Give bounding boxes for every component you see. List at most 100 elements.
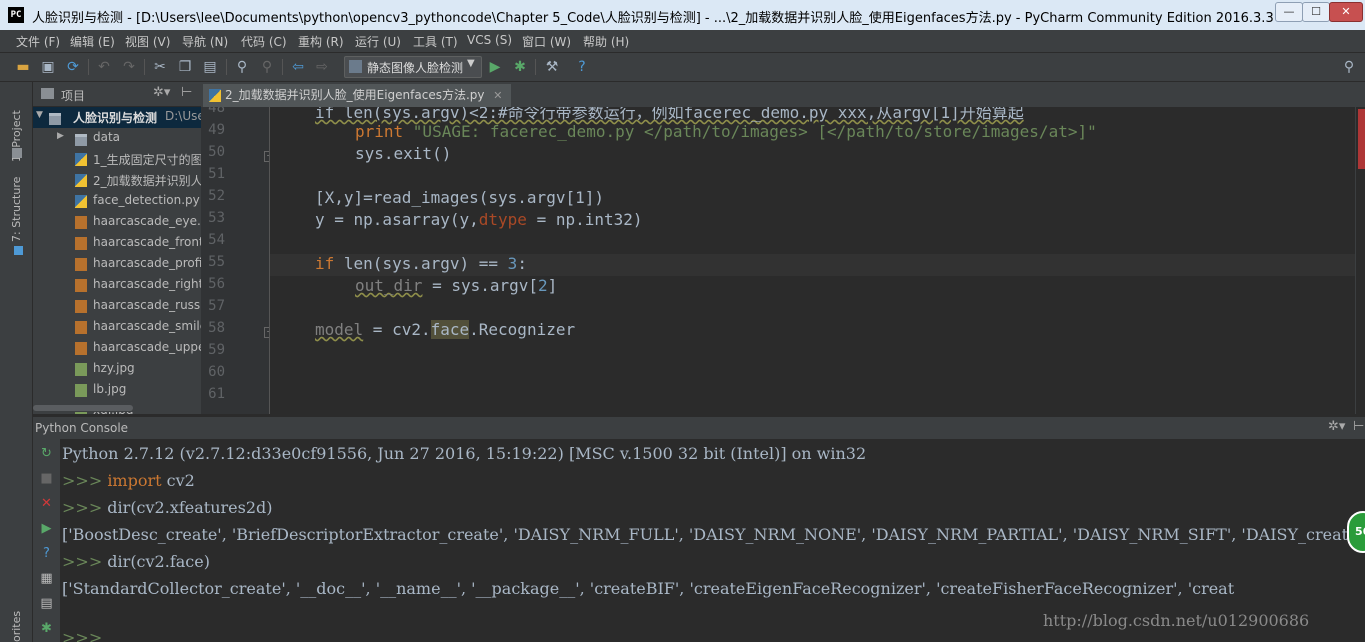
expand-arrow-icon[interactable]: ▶ bbox=[57, 131, 64, 141]
find-icon[interactable]: ⚲ bbox=[233, 58, 251, 76]
sync-icon[interactable]: ⟳ bbox=[64, 58, 82, 76]
python-console-title: Python Console bbox=[35, 421, 129, 435]
toolbar: ▬ ▣ ⟳ ↶ ↷ ✂ ❐ ▤ ⚲ ⚲ ⇦ ⇨ 静态图像人脸检测 ▼ ▶ ✱ ⚒… bbox=[0, 53, 1365, 82]
editor-error-stripe[interactable] bbox=[1355, 107, 1365, 414]
structure-tab-icon bbox=[14, 246, 23, 255]
help-icon[interactable]: ? bbox=[39, 546, 54, 561]
execute-icon[interactable]: ▶ bbox=[39, 521, 54, 536]
window-title: 人脸识别与检测 - [D:\Users\lee\Documents\python… bbox=[32, 11, 1274, 26]
run-configuration-select[interactable]: 静态图像人脸检测 ▼ bbox=[344, 56, 482, 78]
redo-icon[interactable]: ↷ bbox=[120, 58, 138, 76]
console-input-line: >>> import cv2 bbox=[62, 471, 195, 490]
maximize-button[interactable]: ☐ bbox=[1302, 2, 1330, 22]
copy-icon[interactable]: ❐ bbox=[176, 58, 194, 76]
tree-item[interactable]: haarcascade_profil bbox=[33, 254, 201, 275]
code-line-52: [X,y]=read_images(sys.argv[1]) bbox=[315, 188, 604, 207]
toolbar-separator bbox=[282, 59, 283, 75]
menu-edit[interactable]: 编辑 (E) bbox=[70, 33, 115, 50]
save-icon[interactable]: ▣ bbox=[39, 58, 57, 76]
structure-tool-tab[interactable]: 7: Structure bbox=[10, 177, 23, 242]
title-bar: PC 人脸识别与检测 - [D:\Users\lee\Documents\pyt… bbox=[0, 0, 1365, 31]
hide-panel-icon[interactable]: ⊢ bbox=[181, 85, 192, 100]
hide-panel-icon[interactable]: ⊢ bbox=[1353, 419, 1364, 434]
project-view-select[interactable]: 项目 bbox=[61, 87, 85, 104]
error-marker[interactable] bbox=[1358, 109, 1365, 169]
gear-icon[interactable]: ✲▾ bbox=[153, 85, 170, 100]
cut-icon[interactable]: ✂ bbox=[151, 58, 169, 76]
tree-item[interactable]: ▶ data bbox=[33, 128, 201, 149]
run-icon[interactable]: ▶ bbox=[486, 58, 504, 76]
show-variables-icon[interactable]: ▦ bbox=[39, 571, 54, 586]
close-window-button[interactable]: ✕ bbox=[1329, 2, 1363, 22]
back-icon[interactable]: ⇦ bbox=[289, 58, 307, 76]
settings-icon[interactable]: ⚒ bbox=[543, 58, 561, 76]
search-everywhere-icon[interactable]: ⚲ bbox=[1340, 58, 1358, 76]
tree-item-label: haarcascade_russia bbox=[93, 298, 201, 312]
menu-tools[interactable]: 工具 (T) bbox=[413, 33, 458, 50]
menu-navigate[interactable]: 导航 (N) bbox=[182, 33, 228, 50]
tree-root[interactable]: ▼ 人脸识别与检测 D:\Users bbox=[33, 107, 201, 128]
debug-icon[interactable]: ✱ bbox=[39, 621, 54, 636]
console-prompt-line[interactable]: >>> bbox=[62, 628, 102, 642]
code-line-48: if len(sys.argv)<2:#命令行带参数运行，例如facerec_d… bbox=[315, 107, 1024, 122]
menu-window[interactable]: 窗口 (W) bbox=[522, 33, 571, 50]
menu-refactor[interactable]: 重构 (R) bbox=[298, 33, 344, 50]
code-editor[interactable]: if len(sys.argv)<2:#命令行带参数运行，例如facerec_d… bbox=[270, 107, 1355, 414]
console-input-line: >>> dir(cv2.face) bbox=[62, 552, 210, 571]
menu-file[interactable]: 文件 (F) bbox=[16, 33, 60, 50]
close-tab-icon[interactable]: ✕ bbox=[493, 84, 502, 107]
project-tree-scrollbar[interactable] bbox=[33, 404, 201, 412]
gear-icon[interactable]: ✲▾ bbox=[1328, 419, 1345, 434]
toolbar-separator bbox=[88, 59, 89, 75]
line-number: 59 bbox=[208, 342, 225, 358]
menu-view[interactable]: 视图 (V) bbox=[125, 33, 170, 50]
tree-item[interactable]: haarcascade_smile bbox=[33, 317, 201, 338]
editor-tab-bar: 2_加载数据并识别人脸_使用Eigenfaces方法.py ✕ bbox=[201, 82, 1365, 108]
open-folder-icon[interactable]: ▬ bbox=[14, 58, 32, 76]
line-number: 56 bbox=[208, 276, 225, 292]
tree-item[interactable]: hzy.jpg bbox=[33, 359, 201, 380]
close-console-icon[interactable]: ✕ bbox=[39, 496, 54, 511]
line-number: 50 bbox=[208, 144, 225, 160]
tree-item[interactable]: haarcascade_russia bbox=[33, 296, 201, 317]
image-file-icon bbox=[75, 384, 87, 397]
tree-item[interactable]: 1_生成固定尺寸的图 bbox=[33, 149, 201, 170]
python-console-header: Python Console ✲▾ ⊢ bbox=[33, 416, 1365, 439]
debug-icon[interactable]: ✱ bbox=[511, 58, 529, 76]
tree-item-label: data bbox=[93, 130, 121, 144]
tree-item-label: haarcascade_profil bbox=[93, 256, 201, 270]
xml-file-icon bbox=[75, 258, 87, 271]
help-icon[interactable]: ? bbox=[573, 58, 591, 76]
tree-item[interactable]: face_detection.py bbox=[33, 191, 201, 212]
tree-item-label: haarcascade_righte bbox=[93, 277, 201, 291]
menu-run[interactable]: 运行 (U) bbox=[355, 33, 401, 50]
rerun-icon[interactable]: ↻ bbox=[39, 446, 54, 461]
tree-item[interactable]: 2_加载数据并识别人 bbox=[33, 170, 201, 191]
tree-item[interactable]: haarcascade_righte bbox=[33, 275, 201, 296]
notification-badge[interactable]: 56 bbox=[1347, 511, 1365, 553]
stop-icon[interactable]: ■ bbox=[39, 471, 54, 486]
editor-tab-active[interactable]: 2_加载数据并识别人脸_使用Eigenfaces方法.py ✕ bbox=[203, 84, 511, 107]
scrollbar-thumb[interactable] bbox=[33, 405, 133, 411]
tree-item[interactable]: haarcascade_eye.x bbox=[33, 212, 201, 233]
command-history-icon[interactable]: ▤ bbox=[39, 596, 54, 611]
toolbar-separator bbox=[226, 59, 227, 75]
menu-code[interactable]: 代码 (C) bbox=[241, 33, 287, 50]
favorites-tool-tab[interactable]: orites bbox=[10, 611, 23, 642]
minimize-button[interactable]: — bbox=[1275, 2, 1303, 22]
menu-bar: 文件 (F) 编辑 (E) 视图 (V) 导航 (N) 代码 (C) 重构 (R… bbox=[0, 30, 1365, 53]
left-tool-strip: 1: Project 7: Structure orites bbox=[0, 82, 33, 642]
tree-item-label: hzy.jpg bbox=[93, 361, 135, 375]
tree-item[interactable]: haarcascade_uppe bbox=[33, 338, 201, 359]
xml-file-icon bbox=[75, 237, 87, 250]
tree-item[interactable]: haarcascade_front bbox=[33, 233, 201, 254]
paste-icon[interactable]: ▤ bbox=[201, 58, 219, 76]
xml-file-icon bbox=[75, 216, 87, 229]
undo-icon[interactable]: ↶ bbox=[95, 58, 113, 76]
replace-icon[interactable]: ⚲ bbox=[258, 58, 276, 76]
editor-tab-label: 2_加载数据并识别人脸_使用Eigenfaces方法.py bbox=[225, 88, 485, 102]
menu-vcs[interactable]: VCS (S) bbox=[467, 33, 512, 47]
forward-icon[interactable]: ⇨ bbox=[313, 58, 331, 76]
menu-help[interactable]: 帮助 (H) bbox=[583, 33, 629, 50]
tree-item[interactable]: lb.jpg bbox=[33, 380, 201, 401]
